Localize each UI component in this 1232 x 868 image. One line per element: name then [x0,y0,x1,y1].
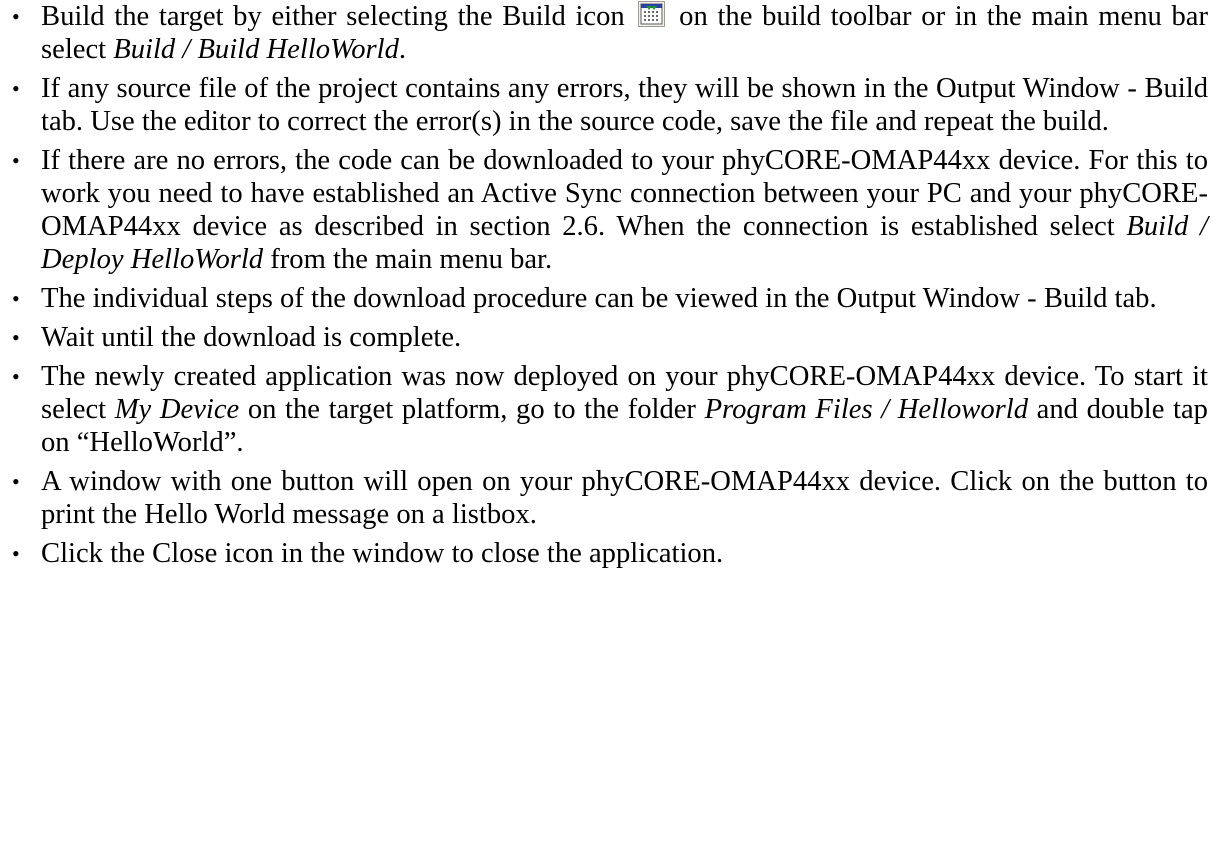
bullet: • [12,325,20,350]
item-text: from the main menu bar. [270,244,553,275]
device-name: My Device [114,394,240,425]
list-item-window: • A window with one button will open on … [0,465,1232,531]
bullet: • [12,469,20,494]
menu-path: Build / Build HelloWorld [113,34,399,65]
bullet: • [12,364,20,389]
build-icon [638,1,666,27]
item-text: Click the Close icon in the window to cl… [41,538,724,569]
item-text: The individual steps of the download pro… [41,283,1157,314]
bullet: • [12,76,20,101]
item-text: A window with one button will open on yo… [41,466,1208,530]
bullet: • [12,286,20,311]
list-item-close: • Click the Close icon in the window to … [0,537,1232,570]
item-text: If there are no errors, the code can be … [41,145,1208,242]
list-item-wait: • Wait until the download is complete. [0,321,1232,354]
bullet: • [12,148,20,173]
list-item-errors: • If any source file of the project cont… [0,72,1232,138]
bullet: • [12,541,20,566]
list-item-download: • If there are no errors, the code can b… [0,144,1232,276]
item-text: on the target platform, go to the folder [247,394,696,425]
instruction-list: • Build the target by either selecting t… [0,0,1232,576]
item-text: . [398,34,407,65]
item-text: Wait until the download is complete. [41,322,462,353]
item-text: Build the target by either selecting the… [41,1,625,32]
item-text: If any source file of the project contai… [41,73,1208,137]
folder-path: Program Files / Helloworld [704,394,1029,425]
list-item-deployed: • The newly created application was now … [0,360,1232,459]
list-item-output-window: • The individual steps of the download p… [0,282,1232,315]
bullet: • [12,4,20,29]
list-item-build: • Build the target by either selecting t… [0,0,1232,66]
